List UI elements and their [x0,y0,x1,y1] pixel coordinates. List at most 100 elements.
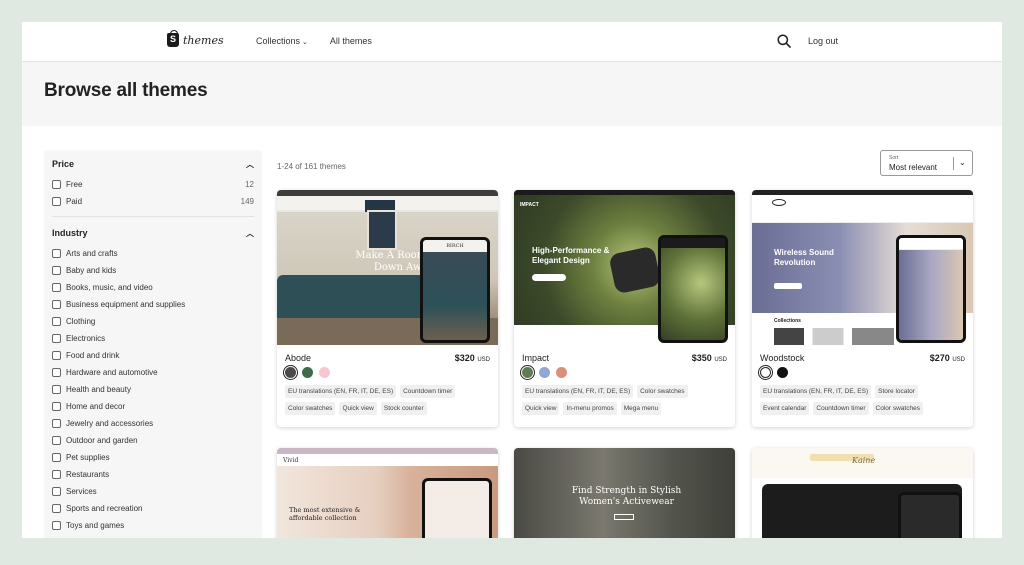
filter-option-label: Outdoor and garden [66,436,138,445]
filter-option-arts[interactable]: Arts and crafts [52,245,254,262]
swatch-coral[interactable] [556,367,567,378]
filter-option-label: Hardware and automotive [66,368,158,377]
filter-option-toys[interactable]: Toys and games [52,517,254,534]
theme-card-impact[interactable]: IMPACT High-Performance & Elegant Design… [514,190,735,427]
swatch-green[interactable] [522,367,533,378]
filter-option-sports[interactable]: Sports and recreation [52,500,254,517]
preview-headline: Wireless Sound Revolution [774,248,834,267]
filter-option-services[interactable]: Services [52,483,254,500]
preview-brand: IMPACT [520,202,539,208]
main-nav: Collections ⌄ All themes [256,36,372,46]
sort-select[interactable]: Sort Most relevant ⌄ [880,150,973,176]
theme-card-kaine[interactable]: Kaine [752,448,973,538]
theme-price-amount: $270 [929,353,950,363]
filter-option-label: Arts and crafts [66,249,118,258]
checkbox[interactable] [52,351,61,360]
theme-price-amount: $350 [691,353,712,363]
checkbox[interactable] [52,453,61,462]
checkbox[interactable] [52,334,61,343]
nav-all-themes[interactable]: All themes [330,36,372,46]
swatch-pink[interactable] [319,367,330,378]
themes-logo[interactable]: themes [167,30,224,47]
theme-preview-abode[interactable]: Make A Room To Sit Down Awhile BIRCH [277,190,498,345]
filter-option-clothing[interactable]: Clothing [52,313,254,330]
filter-option-paid[interactable]: Paid 149 [52,193,254,210]
filter-option-home[interactable]: Home and decor [52,398,254,415]
nav-all-themes-label: All themes [329,36,372,46]
preview-phone-hero [899,250,963,340]
checkbox[interactable] [52,470,61,479]
feature-tag: Quick view [522,402,560,415]
swatch-dark[interactable] [285,367,296,378]
filter-option-label: Services [66,487,97,496]
preview-wall-art [367,210,397,250]
preview-phone: BIRCH [420,237,490,343]
search-icon[interactable] [777,34,791,48]
preview-collection-tiles [774,328,894,345]
filter-option-label: Paid [66,197,83,206]
filter-option-books[interactable]: Books, music, and video [52,279,254,296]
feature-tag: Quick view [339,402,377,415]
filter-option-baby[interactable]: Baby and kids [52,262,254,279]
logout-link[interactable]: Log out [808,36,838,46]
filter-option-business[interactable]: Business equipment and supplies [52,296,254,313]
filter-option-label: Business equipment and supplies [66,300,186,309]
filter-option-hardware[interactable]: Hardware and automotive [52,364,254,381]
checkbox[interactable] [52,385,61,394]
theme-card-info: Woodstock $270 USD EU translations (EN, … [752,345,973,423]
filter-option-electronics[interactable]: Electronics [52,330,254,347]
filter-option-food[interactable]: Food and drink [52,347,254,364]
swatch-green[interactable] [302,367,313,378]
filter-option-health[interactable]: Health and beauty [52,381,254,398]
filter-option-free[interactable]: Free 12 [52,176,254,193]
checkbox[interactable] [52,402,61,411]
checkbox[interactable] [52,419,61,428]
theme-features: EU translations (EN, FR, IT, DE, ES) Sto… [760,385,965,415]
filter-price-header[interactable]: Price ︿ [52,152,254,176]
checkbox[interactable] [52,521,61,530]
checkbox[interactable] [52,317,61,326]
feature-tag: Stock counter [380,402,427,415]
theme-card-info: Impact $350 USD EU translations (EN, FR,… [514,345,735,423]
theme-features: EU translations (EN, FR, IT, DE, ES) Col… [522,385,727,415]
theme-preview-woodstock[interactable]: Wireless Sound Revolution Collections [752,190,973,345]
theme-card-abode[interactable]: Make A Room To Sit Down Awhile BIRCH Abo… [277,190,498,427]
theme-card-woodstock[interactable]: Wireless Sound Revolution Collections Wo… [752,190,973,427]
preview-phone-nav [661,238,725,248]
checkbox[interactable] [52,197,61,206]
filter-option-partial[interactable] [52,534,254,538]
feature-tag: Countdown timer [813,402,869,415]
filter-option-restaurants[interactable]: Restaurants [52,466,254,483]
theme-card-activewear[interactable]: Find Strength in Stylish Women's Activew… [514,448,735,538]
checkbox[interactable] [52,180,61,189]
filter-option-outdoor[interactable]: Outdoor and garden [52,432,254,449]
theme-card-vivid[interactable]: Vivid The most extensive & affordable co… [277,448,498,538]
divider [953,157,954,170]
filter-option-jewelry[interactable]: Jewelry and accessories [52,415,254,432]
preview-phone-hero [661,248,725,340]
theme-card-info: Abode $320 USD EU translations (EN, FR, … [277,345,498,423]
checkbox[interactable] [52,368,61,377]
checkbox[interactable] [52,266,61,275]
swatch-white[interactable] [760,367,771,378]
filter-industry-header[interactable]: Industry ︿ [52,221,254,245]
checkbox[interactable] [52,300,61,309]
filter-option-pet[interactable]: Pet supplies [52,449,254,466]
filter-option-label: Home and decor [66,402,126,411]
logo-text: themes [183,33,224,47]
nav-collections[interactable]: Collections ⌄ [256,36,308,46]
filter-option-label: Free [66,180,83,189]
swatch-black[interactable] [777,367,788,378]
swatch-blue[interactable] [539,367,550,378]
checkbox[interactable] [52,283,61,292]
nav-collections-label: Collections [256,36,301,46]
checkbox[interactable] [52,504,61,513]
checkbox[interactable] [52,487,61,496]
feature-tag: EU translations (EN, FR, IT, DE, ES) [285,385,397,398]
feature-tag: Store locator [875,385,918,398]
feature-tag: Color swatches [285,402,336,415]
checkbox[interactable] [52,436,61,445]
industry-options: Arts and crafts Baby and kids Books, mus… [52,245,254,538]
theme-preview-impact[interactable]: IMPACT High-Performance & Elegant Design [514,190,735,345]
checkbox[interactable] [52,249,61,258]
